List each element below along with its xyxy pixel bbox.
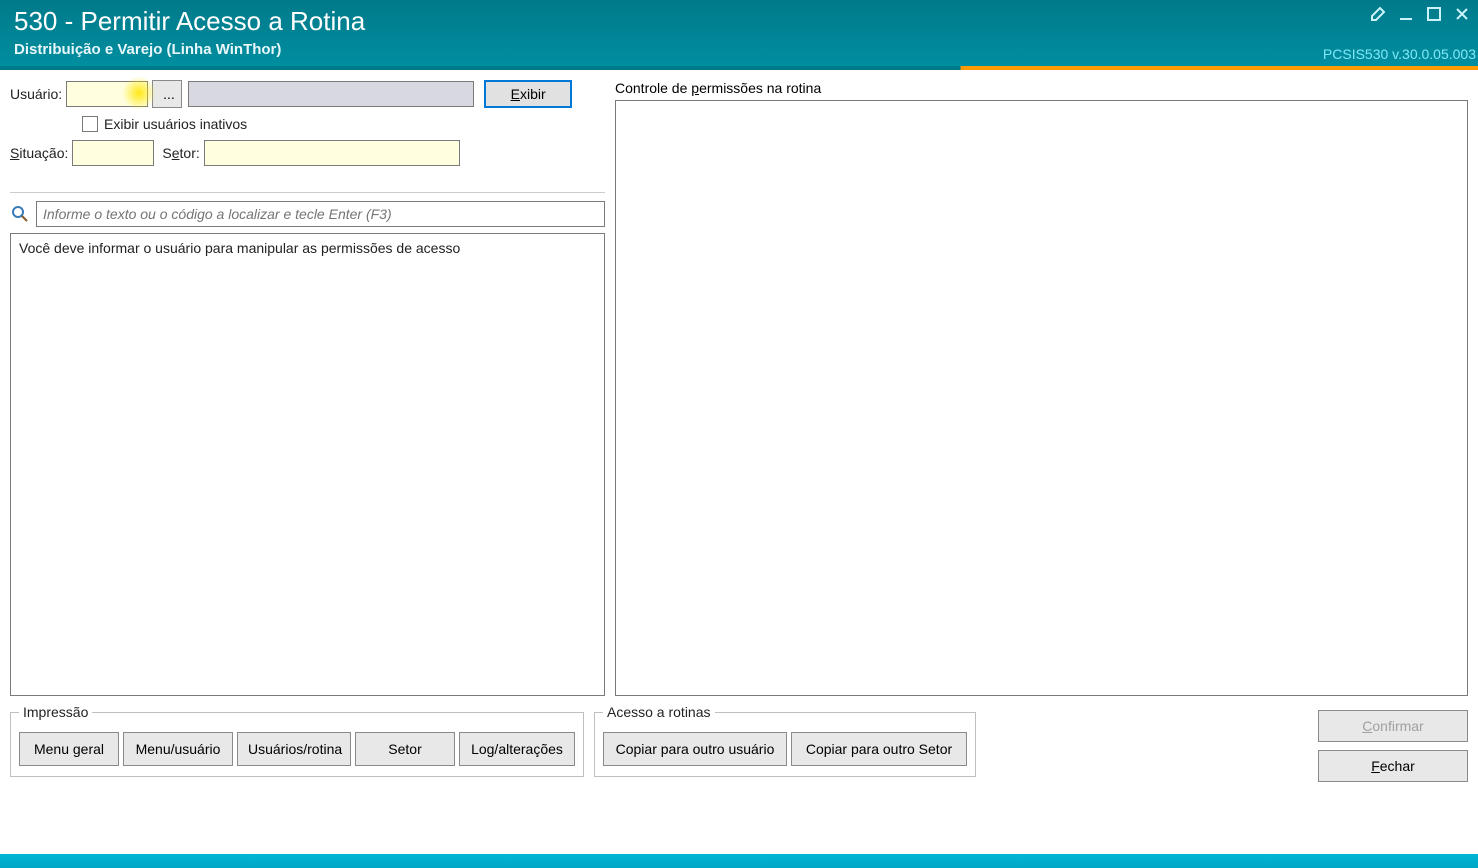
- close-icon[interactable]: [1454, 6, 1470, 27]
- version-label: PCSIS530 v.30.0.05.003: [1323, 46, 1476, 62]
- window-title: 530 - Permitir Acesso a Rotina: [14, 6, 1466, 37]
- usuarios-rotina-button[interactable]: Usuários/rotina: [237, 732, 351, 766]
- inativos-checkbox[interactable]: [82, 116, 98, 132]
- menu-usuario-button[interactable]: Menu/usuário: [123, 732, 233, 766]
- confirm-column: Confirmar Fechar: [1318, 704, 1468, 782]
- copiar-setor-button[interactable]: Copiar para outro Setor: [791, 732, 967, 766]
- titlebar: 530 - Permitir Acesso a Rotina Distribui…: [0, 0, 1478, 66]
- maximize-icon[interactable]: [1426, 6, 1442, 27]
- usuario-input[interactable]: [66, 81, 148, 107]
- usuario-row: Usuário: ... Exibir: [10, 80, 605, 108]
- permissoes-label: Controle de permissões na rotina: [615, 80, 1468, 96]
- list-empty-message: Você deve informar o usuário para manipu…: [19, 240, 460, 256]
- window-controls: [1370, 6, 1470, 27]
- fechar-button[interactable]: Fechar: [1318, 750, 1468, 782]
- bottom-area: Impressão Menu geral Menu/usuário Usuári…: [10, 704, 1468, 782]
- permissions-list-panel[interactable]: Você deve informar o usuário para manipu…: [10, 233, 605, 696]
- situacao-row: Situação: Setor:: [10, 140, 605, 166]
- window-subtitle: Distribuição e Varejo (Linha WinThor): [14, 41, 1466, 58]
- setor-input[interactable]: [204, 140, 460, 166]
- usuario-lookup-button[interactable]: ...: [152, 80, 182, 108]
- setor-button[interactable]: Setor: [355, 732, 455, 766]
- usuario-name-display: [188, 81, 474, 107]
- situacao-label: Situação:: [10, 145, 68, 161]
- inativos-label: Exibir usuários inativos: [104, 116, 247, 132]
- impressao-legend: Impressão: [19, 704, 92, 720]
- body-area: Usuário: ... Exibir Exibir usuários inat…: [0, 70, 1478, 854]
- search-icon: [10, 204, 30, 224]
- search-row: [10, 192, 605, 227]
- edit-icon[interactable]: [1370, 6, 1386, 27]
- minimize-icon[interactable]: [1398, 6, 1414, 27]
- usuario-label: Usuário:: [10, 86, 62, 102]
- impressao-group: Impressão Menu geral Menu/usuário Usuári…: [10, 704, 584, 777]
- statusbar: [0, 854, 1478, 868]
- top-row: Usuário: ... Exibir Exibir usuários inat…: [10, 80, 1468, 696]
- setor-label: Setor:: [162, 145, 199, 161]
- confirmar-button: Confirmar: [1318, 710, 1468, 742]
- menu-geral-button[interactable]: Menu geral: [19, 732, 119, 766]
- log-alteracoes-button[interactable]: Log/alterações: [459, 732, 575, 766]
- right-column: Controle de permissões na rotina: [615, 80, 1468, 696]
- search-input[interactable]: [36, 201, 605, 227]
- acesso-group: Acesso a rotinas Copiar para outro usuár…: [594, 704, 976, 777]
- copiar-usuario-button[interactable]: Copiar para outro usuário: [603, 732, 787, 766]
- situacao-input[interactable]: [72, 140, 154, 166]
- acesso-legend: Acesso a rotinas: [603, 704, 715, 720]
- exibir-button[interactable]: Exibir: [484, 80, 572, 108]
- permissoes-panel[interactable]: [615, 100, 1468, 696]
- left-column: Usuário: ... Exibir Exibir usuários inat…: [10, 80, 605, 696]
- inativos-row: Exibir usuários inativos: [10, 116, 605, 132]
